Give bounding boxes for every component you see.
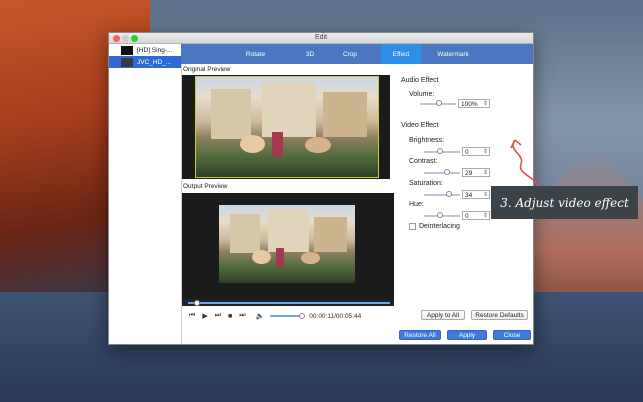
file-list: [HD] Sing-... JVC_HD_... <box>109 44 182 344</box>
window-title: Edit <box>314 34 328 41</box>
tab-3d[interactable]: 3D <box>295 44 325 64</box>
contrast-slider[interactable] <box>424 169 460 175</box>
progress-knob[interactable] <box>194 299 200 306</box>
brightness-slider-knob[interactable] <box>437 148 443 154</box>
progress-track <box>188 302 390 304</box>
video-effect-heading: Video Effect <box>401 122 439 129</box>
saturation-label: Saturation: <box>409 180 443 187</box>
brightness-slider[interactable] <box>424 148 460 154</box>
tab-crop[interactable]: Crop <box>331 44 369 64</box>
file-thumbnail <box>121 45 133 55</box>
apply-to-all-button[interactable]: Apply to All <box>421 310 465 320</box>
play-icon[interactable]: ▶ <box>202 312 207 320</box>
contrast-stepper[interactable]: 29 <box>462 168 490 178</box>
hue-label: Hue: <box>409 201 424 208</box>
restore-all-button[interactable]: Restore All <box>399 330 441 340</box>
edit-tabs: Rotate 3D Crop Effect Watermark <box>181 44 533 64</box>
file-name: JVC_HD_... <box>137 58 172 66</box>
volume-icon[interactable]: 🔈 <box>256 312 265 320</box>
volume-label: Volume: <box>409 91 435 98</box>
output-video-frame <box>219 205 355 283</box>
volume-slider-knob[interactable] <box>436 100 442 106</box>
edit-window: Edit [HD] Sing-... JVC_HD_... Rotate 3D … <box>108 32 534 345</box>
output-preview-label: Output Preview <box>183 183 228 190</box>
tab-effect[interactable]: Effect <box>381 44 421 64</box>
hue-slider-knob[interactable] <box>437 212 443 218</box>
contrast-slider-knob[interactable] <box>444 169 450 175</box>
hue-slider[interactable] <box>424 212 460 218</box>
playback-time: 00:00:11/00:05:44 <box>309 312 362 320</box>
brightness-label: Brightness: <box>409 137 445 144</box>
contrast-label: Contrast: <box>409 158 438 165</box>
saturation-stepper[interactable]: 34 <box>462 190 490 200</box>
file-name: [HD] Sing-... <box>137 46 173 54</box>
title-bar: Edit <box>109 33 533 44</box>
player-volume-slider[interactable] <box>270 313 306 319</box>
skip-back-icon[interactable]: ⏮ <box>189 312 195 320</box>
file-item[interactable]: [HD] Sing-... <box>109 44 181 56</box>
file-thumbnail <box>121 57 133 67</box>
playback-progress-bar[interactable] <box>182 299 394 306</box>
saturation-slider-knob[interactable] <box>446 191 452 197</box>
original-preview-label: Original Preview <box>183 66 231 73</box>
hue-stepper[interactable]: 0 <box>462 211 490 221</box>
tab-rotate[interactable]: Rotate <box>228 44 283 64</box>
saturation-slider[interactable] <box>424 191 460 197</box>
annotation-arrow-icon <box>510 139 540 189</box>
restore-defaults-button[interactable]: Restore Defaults <box>471 310 528 320</box>
volume-stepper[interactable]: 100% <box>458 99 490 109</box>
original-preview-video <box>182 75 390 179</box>
output-preview-video <box>182 193 394 305</box>
audio-effect-heading: Audio Effect <box>401 77 439 84</box>
volume-slider[interactable] <box>420 100 456 106</box>
tab-watermark[interactable]: Watermark <box>425 44 481 64</box>
tutorial-annotation: 3. Adjust video effect <box>491 186 638 219</box>
player-controls: ⏮ ▶ ⏭ ■ ⏭ 🔈 00:00:11/00:05:44 <box>182 310 394 322</box>
deinterlacing-checkbox[interactable] <box>409 223 416 230</box>
apply-button[interactable]: Apply <box>447 330 487 340</box>
file-item-selected[interactable]: JVC_HD_... <box>109 56 181 68</box>
stop-icon[interactable]: ■ <box>228 313 232 320</box>
brightness-stepper[interactable]: 0 <box>462 147 490 157</box>
close-button[interactable]: Close <box>493 330 531 340</box>
original-video-frame <box>195 76 379 178</box>
next-frame-icon[interactable]: ⏭ <box>239 312 245 320</box>
deinterlacing-label: Deinterlacing <box>419 223 460 230</box>
skip-forward-icon[interactable]: ⏭ <box>215 312 221 320</box>
